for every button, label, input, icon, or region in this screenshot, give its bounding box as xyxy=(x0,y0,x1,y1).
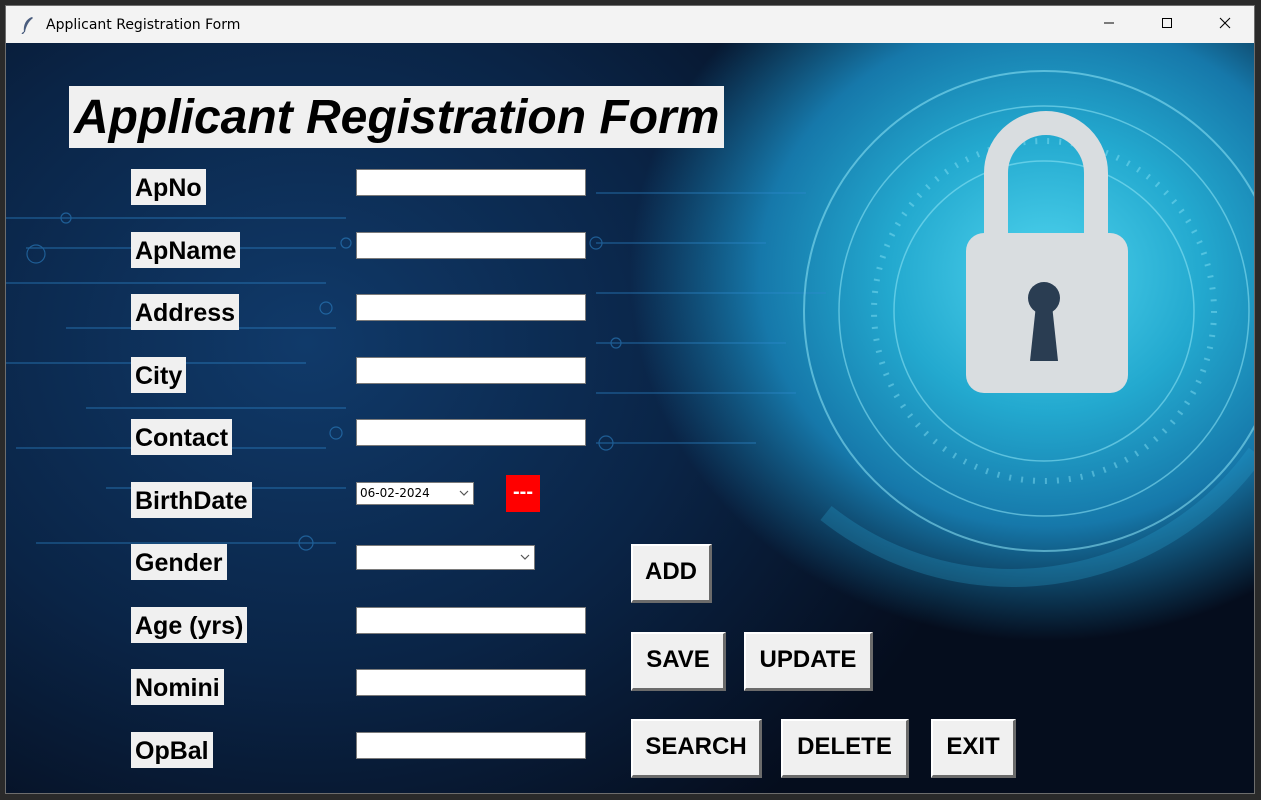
form-canvas: Applicant Registration Form ApNo ApName … xyxy=(6,43,1254,793)
save-button[interactable]: SAVE xyxy=(631,632,726,691)
age-label: Age (yrs) xyxy=(131,607,248,643)
chevron-down-icon[interactable] xyxy=(520,547,530,572)
update-button[interactable]: UPDATE xyxy=(744,632,873,691)
gender-label: Gender xyxy=(131,544,227,580)
maximize-icon xyxy=(1161,16,1173,34)
address-input[interactable] xyxy=(356,294,586,321)
nomini-input[interactable] xyxy=(356,669,586,696)
city-label: City xyxy=(131,357,187,393)
address-label: Address xyxy=(131,294,240,330)
gender-select[interactable] xyxy=(356,545,535,570)
birthdate-value: 06-02-2024 xyxy=(360,486,430,500)
apno-input[interactable] xyxy=(356,169,586,196)
form-heading: Applicant Registration Form xyxy=(69,86,725,148)
app-window: Applicant Registration Form Applicant Re… xyxy=(5,5,1255,794)
city-input[interactable] xyxy=(356,357,586,384)
nomini-label: Nomini xyxy=(131,669,224,705)
exit-button[interactable]: EXIT xyxy=(931,719,1016,778)
opbal-input[interactable] xyxy=(356,732,586,759)
apname-input[interactable] xyxy=(356,232,586,259)
chevron-down-icon[interactable] xyxy=(459,483,469,510)
age-input[interactable] xyxy=(356,607,586,634)
add-button[interactable]: ADD xyxy=(631,544,712,603)
opbal-label: OpBal xyxy=(131,732,213,768)
minimize-icon xyxy=(1103,16,1115,34)
window-title: Applicant Registration Form xyxy=(46,16,241,33)
contact-input[interactable] xyxy=(356,419,586,446)
padlock-icon xyxy=(966,111,1128,393)
close-button[interactable] xyxy=(1196,6,1254,43)
maximize-button[interactable] xyxy=(1138,6,1196,43)
birthdate-label: BirthDate xyxy=(131,482,252,518)
apno-label: ApNo xyxy=(131,169,206,205)
feather-icon xyxy=(17,14,39,36)
date-reset-button[interactable]: --- xyxy=(506,475,540,512)
search-button[interactable]: SEARCH xyxy=(631,719,762,778)
apname-label: ApName xyxy=(131,232,241,268)
birthdate-picker[interactable]: 06-02-2024 xyxy=(356,482,474,505)
delete-button[interactable]: DELETE xyxy=(781,719,909,778)
contact-label: Contact xyxy=(131,419,233,455)
title-bar[interactable]: Applicant Registration Form xyxy=(6,6,1254,43)
minimize-button[interactable] xyxy=(1080,6,1138,43)
close-icon xyxy=(1219,16,1231,34)
